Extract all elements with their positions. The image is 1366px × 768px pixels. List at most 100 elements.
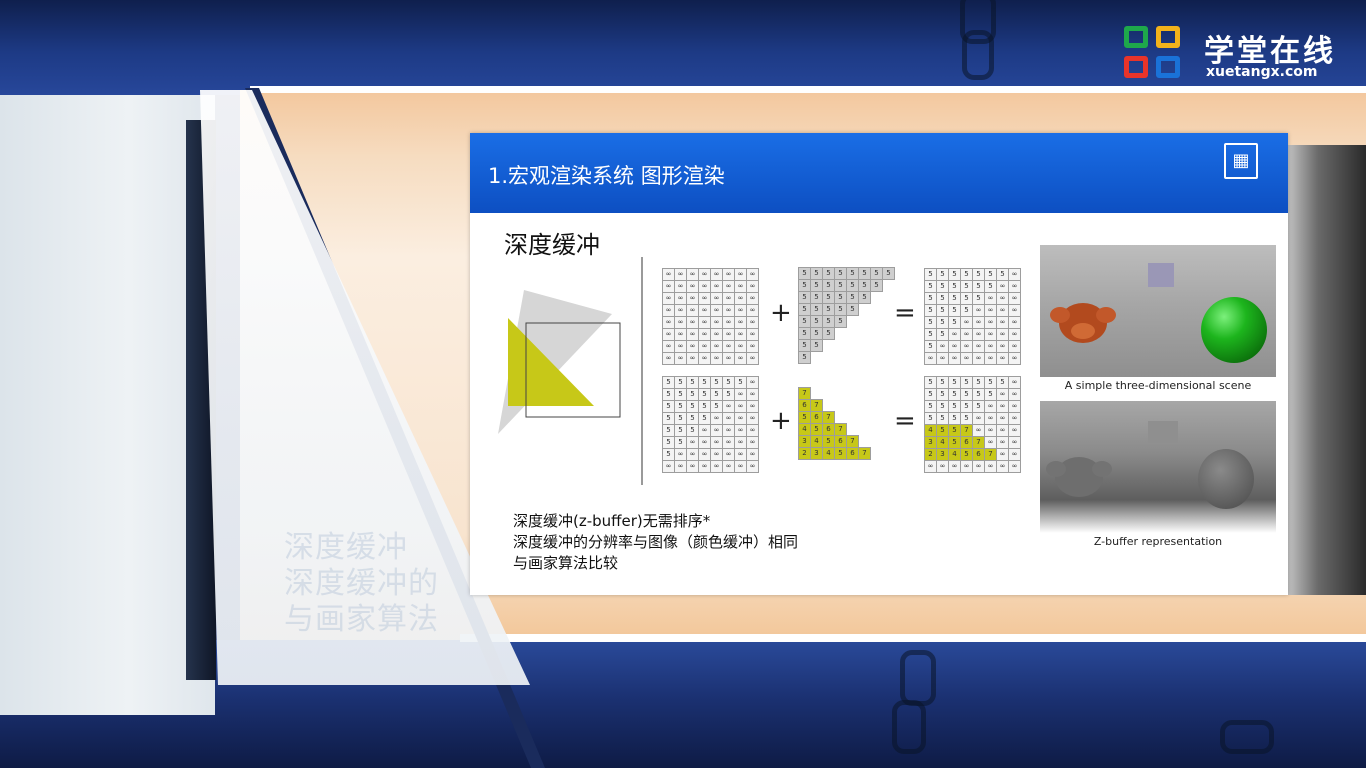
depth-cell: ∞ bbox=[937, 341, 948, 352]
left-whiteboard-panel bbox=[0, 95, 215, 715]
depth-cell: ∞ bbox=[997, 281, 1008, 292]
depth-cell: 5 bbox=[925, 377, 936, 388]
depth-cell: 5 bbox=[870, 279, 883, 292]
depth-cell: ∞ bbox=[723, 305, 734, 316]
right-shadow bbox=[1286, 145, 1366, 595]
depth-cell bbox=[871, 292, 882, 303]
depth-cell bbox=[847, 388, 858, 399]
depth-cell: ∞ bbox=[723, 317, 734, 328]
depth-cell: 6 bbox=[973, 449, 984, 460]
depth-cell: 5 bbox=[937, 413, 948, 424]
depth-cell bbox=[811, 352, 822, 363]
depth-cell bbox=[835, 400, 846, 411]
depth-cell: ∞ bbox=[723, 329, 734, 340]
depth-cell: 5 bbox=[810, 423, 823, 436]
bullet-list: 深度缓冲(z-buffer)无需排序* 深度缓冲的分辨率与图像（颜色缓冲）相同 … bbox=[513, 511, 798, 574]
depth-cell: ∞ bbox=[699, 269, 710, 280]
bullet-item: 与画家算法比较 bbox=[513, 554, 619, 572]
depth-cell bbox=[859, 412, 870, 423]
depth-cell: ∞ bbox=[973, 317, 984, 328]
depth-cell: ∞ bbox=[1009, 377, 1020, 388]
depth-cell: ∞ bbox=[747, 377, 758, 388]
depth-cell: ∞ bbox=[1009, 413, 1020, 424]
bullet-item: 深度缓冲的分辨率与图像（颜色缓冲）相同 bbox=[513, 533, 799, 551]
depth-cell: ∞ bbox=[997, 425, 1008, 436]
depth-cell: 5 bbox=[937, 401, 948, 412]
depth-cell: 5 bbox=[937, 281, 948, 292]
depth-cell: ∞ bbox=[699, 437, 710, 448]
section-title: 深度缓冲 bbox=[504, 231, 600, 259]
depth-cell bbox=[847, 352, 858, 363]
depth-cell: 5 bbox=[961, 269, 972, 280]
depth-cell: ∞ bbox=[997, 353, 1008, 364]
depth-cell: ∞ bbox=[735, 305, 746, 316]
depth-cell bbox=[847, 412, 858, 423]
depth-cell: ∞ bbox=[675, 269, 686, 280]
depth-cell: ∞ bbox=[997, 437, 1008, 448]
depth-cell: ∞ bbox=[1009, 293, 1020, 304]
depth-cell: ∞ bbox=[747, 269, 758, 280]
depth-cell: 5 bbox=[798, 351, 811, 364]
depth-cell: ∞ bbox=[699, 425, 710, 436]
depth-cell: ∞ bbox=[949, 353, 960, 364]
depth-cell: 5 bbox=[973, 269, 984, 280]
depth-cell: 7 bbox=[985, 449, 996, 460]
depth-cell: ∞ bbox=[949, 461, 960, 472]
depth-cell: 5 bbox=[675, 377, 686, 388]
zbuffer-grid-after-gray: 5 5 5 5 5 5 5 ∞ 5 5 5 5 5 5 ∞ ∞ 5 5 5 5 5 ∞ ∞ ∞ 5 5 5 5 ∞ ∞ ∞ ∞ 5 5 5 ∞ ∞ ∞ ∞ ∞… bbox=[924, 268, 1021, 365]
depth-cell: 5 bbox=[949, 305, 960, 316]
zbuffer-grid-final: 5 5 5 5 5 5 5 ∞ 5 5 5 5 5 5 ∞ ∞ 5 5 5 5 5 ∞ ∞ ∞ 5 5 5 5 ∞ ∞ ∞ ∞ 4 5 5 7 ∞ ∞ ∞ ∞… bbox=[924, 376, 1021, 473]
scene-thumbnail: A simple three-dimensional scene bbox=[1040, 245, 1276, 392]
depth-cell: ∞ bbox=[723, 281, 734, 292]
depth-cell: 5 bbox=[925, 317, 936, 328]
zbuffer-caption: Z-buffer representation bbox=[1093, 535, 1223, 548]
depth-cell: ∞ bbox=[1009, 341, 1020, 352]
depth-cell: 5 bbox=[985, 269, 996, 280]
depth-cell bbox=[835, 340, 846, 351]
depth-cell: 5 bbox=[822, 291, 835, 304]
depth-cell: 5 bbox=[675, 389, 686, 400]
equals-sign: = bbox=[894, 298, 916, 328]
depth-cell: 5 bbox=[822, 315, 835, 328]
depth-cell: 5 bbox=[937, 389, 948, 400]
depth-cell bbox=[835, 352, 846, 363]
depth-cell: 5 bbox=[870, 267, 883, 280]
depth-cell: ∞ bbox=[1009, 329, 1020, 340]
depth-cell: 6 bbox=[846, 447, 859, 460]
depth-cell: ∞ bbox=[735, 449, 746, 460]
depth-cell: 5 bbox=[834, 447, 847, 460]
depth-cell: ∞ bbox=[961, 353, 972, 364]
depth-cell: ∞ bbox=[723, 437, 734, 448]
depth-cell: ∞ bbox=[663, 461, 674, 472]
depth-cell: 5 bbox=[798, 339, 811, 352]
depth-cell: 5 bbox=[663, 413, 674, 424]
depth-cell: ∞ bbox=[1009, 425, 1020, 436]
depth-cell: 5 bbox=[985, 389, 996, 400]
depth-cell: 5 bbox=[699, 389, 710, 400]
depth-cell: ∞ bbox=[985, 425, 996, 436]
depth-cell: ∞ bbox=[985, 329, 996, 340]
depth-cell: ∞ bbox=[973, 353, 984, 364]
slide: 1.宏观渲染系统 图形渲染 ▦ 深度缓冲 ∞ ∞ ∞ ∞ ∞ ∞ ∞ ∞ ∞ ∞ ∞ ∞ ∞ ∞ ∞ ∞ ∞ ∞ ∞… bbox=[470, 133, 1288, 595]
depth-cell: 5 bbox=[925, 281, 936, 292]
depth-cell: 5 bbox=[798, 303, 811, 316]
depth-cell: ∞ bbox=[663, 341, 674, 352]
depth-cell bbox=[859, 424, 870, 435]
depth-cell: ∞ bbox=[949, 329, 960, 340]
depth-cell: 3 bbox=[810, 447, 823, 460]
logo-grid-icon bbox=[1122, 24, 1192, 86]
depth-cell: ∞ bbox=[997, 329, 1008, 340]
depth-cell: ∞ bbox=[961, 341, 972, 352]
depth-cell: ∞ bbox=[747, 401, 758, 412]
depth-cell bbox=[871, 448, 882, 459]
depth-cell: ∞ bbox=[675, 293, 686, 304]
depth-cell: ∞ bbox=[973, 461, 984, 472]
depth-cell: 5 bbox=[949, 293, 960, 304]
depth-cell: 5 bbox=[961, 401, 972, 412]
scene-image bbox=[1040, 245, 1276, 377]
depth-cell: ∞ bbox=[985, 317, 996, 328]
depth-cell: ∞ bbox=[687, 281, 698, 292]
depth-cell: 5 bbox=[846, 303, 859, 316]
depth-cell: ∞ bbox=[973, 329, 984, 340]
depth-cell: ∞ bbox=[735, 341, 746, 352]
